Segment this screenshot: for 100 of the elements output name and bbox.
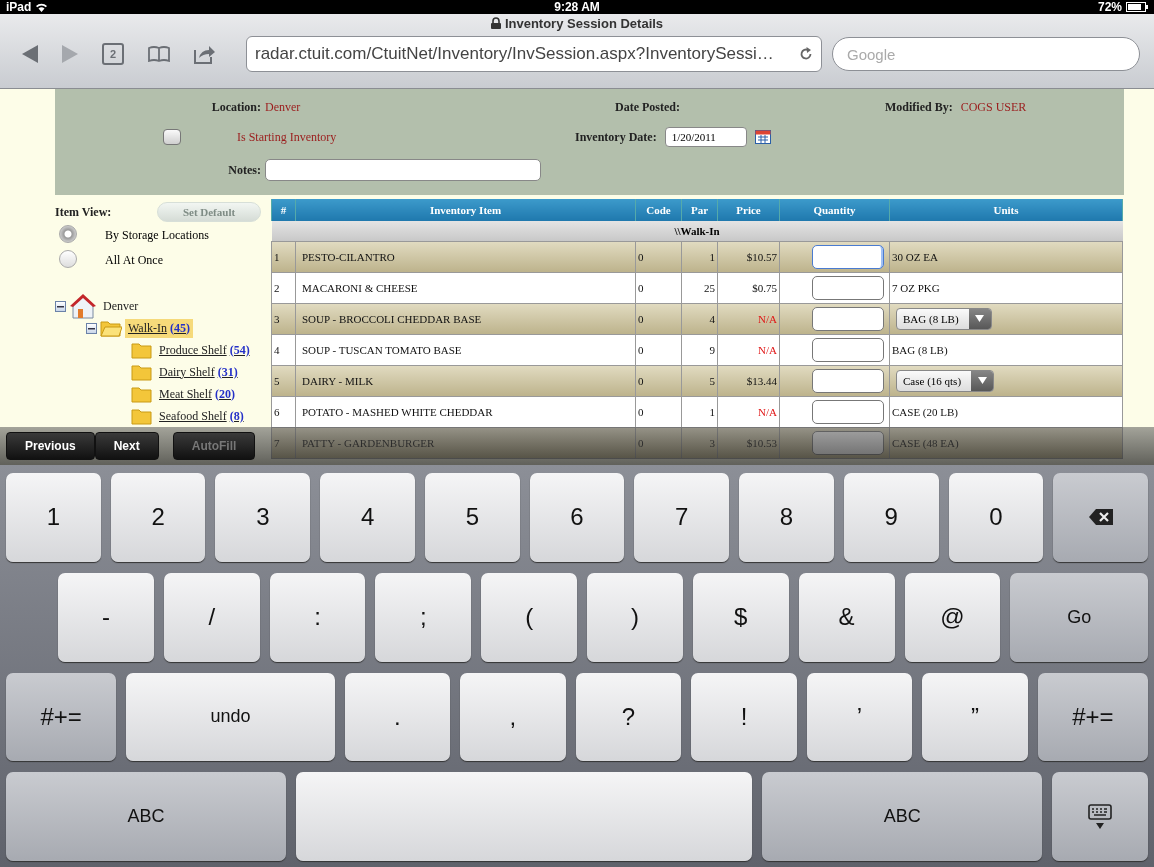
- radio-button[interactable]: [59, 225, 77, 243]
- table-cell: N/A: [717, 303, 780, 334]
- keyboard-key[interactable]: ,: [460, 672, 566, 762]
- page-title: Inventory Session Details: [504, 15, 664, 31]
- table-cell: PATTY - GARDENBURGER: [295, 427, 636, 458]
- tree-item[interactable]: Walk-In (45): [125, 318, 194, 338]
- keyboard-key[interactable]: 6: [529, 473, 625, 562]
- keyboard-key[interactable]: ): [587, 572, 683, 662]
- tabs-button[interactable]: 2: [102, 43, 124, 65]
- backspace-icon: [1088, 509, 1113, 526]
- modified-by-value: COGS USER: [960, 99, 1027, 115]
- units-dropdown[interactable]: BAG (8 LB): [896, 307, 992, 330]
- previous-button[interactable]: Previous: [6, 432, 95, 460]
- keyboard-key[interactable]: 0: [948, 473, 1044, 562]
- keyboard-key[interactable]: 9: [843, 473, 939, 562]
- back-button[interactable]: [22, 45, 38, 63]
- table-cell: N/A: [717, 396, 780, 427]
- table-cell: 4: [681, 303, 718, 334]
- keyboard-key[interactable]: ”: [922, 672, 1028, 762]
- date-field[interactable]: 1/20/2011: [664, 127, 747, 147]
- group-row: \\Walk-In: [271, 221, 1123, 241]
- collapse-toggle-icon[interactable]: [86, 322, 97, 334]
- keyboard-key[interactable]: ’: [806, 672, 913, 762]
- tree-item[interactable]: Dairy Shelf (31): [156, 362, 241, 382]
- collapse-toggle-icon[interactable]: [55, 300, 66, 312]
- table-cell: 2: [271, 272, 296, 303]
- keyboard-key[interactable]: 3: [215, 473, 311, 562]
- table-cell: CASE (20 LB): [889, 396, 1123, 427]
- keyboard-key[interactable]: #+=: [6, 672, 117, 762]
- folder-icon: [131, 407, 153, 425]
- address-field[interactable]: radar.ctuit.com/CtuitNet/Inventory/InvSession.aspx?InventorySessi…: [246, 36, 822, 72]
- wifi-icon: [35, 2, 49, 12]
- keyboard-key[interactable]: undo: [126, 672, 335, 762]
- radio-button[interactable]: [59, 250, 77, 268]
- keyboard-key[interactable]: :: [269, 572, 366, 662]
- keyboard-key[interactable]: Go: [1010, 572, 1149, 662]
- clock-time: 9:28 AM: [554, 0, 600, 14]
- quantity-field[interactable]: [812, 337, 884, 362]
- table-cell: SOUP - BROCCOLI CHEDDAR BASE: [295, 303, 636, 334]
- share-button[interactable]: [194, 44, 216, 64]
- table-cell: PESTO-CILANTRO: [295, 241, 636, 272]
- keyboard-key[interactable]: 2: [110, 473, 206, 562]
- keyboard-key[interactable]: ;: [375, 572, 472, 662]
- quantity-field[interactable]: [812, 306, 884, 331]
- quantity-field[interactable]: [812, 368, 884, 393]
- table-cell: 1: [681, 396, 718, 427]
- keyboard-key[interactable]: (: [481, 572, 578, 662]
- radio-label: By Storage Locations: [105, 227, 209, 243]
- field-label: Inventory Date:: [575, 129, 658, 145]
- keyboard-key[interactable]: .: [344, 672, 451, 762]
- table-cell: MACARONI & CHEESE: [295, 272, 636, 303]
- calendar-icon[interactable]: [754, 130, 771, 144]
- column-header: Code: [635, 199, 682, 221]
- keyboard-key[interactable]: !: [691, 672, 797, 762]
- table-cell: POTATO - MASHED WHITE CHEDDAR: [295, 396, 636, 427]
- starting-inventory-checkbox[interactable]: [163, 129, 181, 145]
- table-cell: N/A: [717, 334, 780, 365]
- table-cell: 0: [635, 303, 682, 334]
- keyboard-key[interactable]: 4: [320, 473, 415, 562]
- keyboard-key[interactable]: 5: [424, 473, 520, 562]
- notes-field[interactable]: [265, 159, 541, 181]
- table-cell: 0: [635, 396, 682, 427]
- keyboard-key[interactable]: 7: [634, 473, 730, 562]
- folder-icon: [131, 363, 153, 381]
- field-label: Notes:: [228, 162, 262, 178]
- tree-item[interactable]: Meat Shelf (20): [156, 384, 238, 404]
- keyboard-key[interactable]: #+=: [1037, 672, 1148, 762]
- folder-icon: [131, 385, 153, 403]
- quantity-field[interactable]: [812, 244, 884, 269]
- tree-item[interactable]: Denver: [100, 296, 142, 316]
- quantity-field[interactable]: [812, 430, 884, 455]
- column-header: Units: [889, 199, 1123, 221]
- radio-label: All At Once: [105, 252, 163, 268]
- column-header: Par: [681, 199, 718, 221]
- battery-percent: 72%: [1098, 0, 1122, 14]
- keyboard-key[interactable]: /: [163, 572, 260, 662]
- reload-icon[interactable]: [799, 47, 813, 61]
- keyboard-key[interactable]: &: [798, 572, 895, 662]
- keyboard-key[interactable]: $: [692, 572, 789, 662]
- search-field[interactable]: Google: [832, 37, 1140, 71]
- keyboard-key[interactable]: @: [904, 572, 1001, 662]
- next-button[interactable]: Next: [94, 432, 159, 460]
- table-cell: $10.57: [717, 241, 780, 272]
- tree-item[interactable]: Seafood Shelf (8): [156, 406, 247, 426]
- tree-item[interactable]: Produce Shelf (54): [156, 340, 253, 360]
- units-dropdown[interactable]: Case (16 qts): [896, 369, 995, 392]
- bookmarks-button[interactable]: [148, 46, 170, 62]
- table-cell: 25: [681, 272, 718, 303]
- table-cell: 3: [271, 303, 296, 334]
- keyboard-key[interactable]: ABC: [762, 772, 1043, 861]
- keyboard-key[interactable]: ?: [575, 672, 682, 762]
- keyboard-key[interactable]: ABC: [6, 772, 287, 861]
- keyboard-key[interactable]: 8: [739, 473, 834, 562]
- keyboard-key[interactable]: -: [58, 572, 154, 662]
- backspace-key[interactable]: [1053, 473, 1149, 562]
- keyboard-key[interactable]: 1: [6, 473, 101, 562]
- quantity-field[interactable]: [812, 275, 884, 300]
- hide-keyboard-key[interactable]: [1052, 772, 1148, 861]
- quantity-field[interactable]: [812, 399, 884, 424]
- table-cell: 6: [271, 396, 296, 427]
